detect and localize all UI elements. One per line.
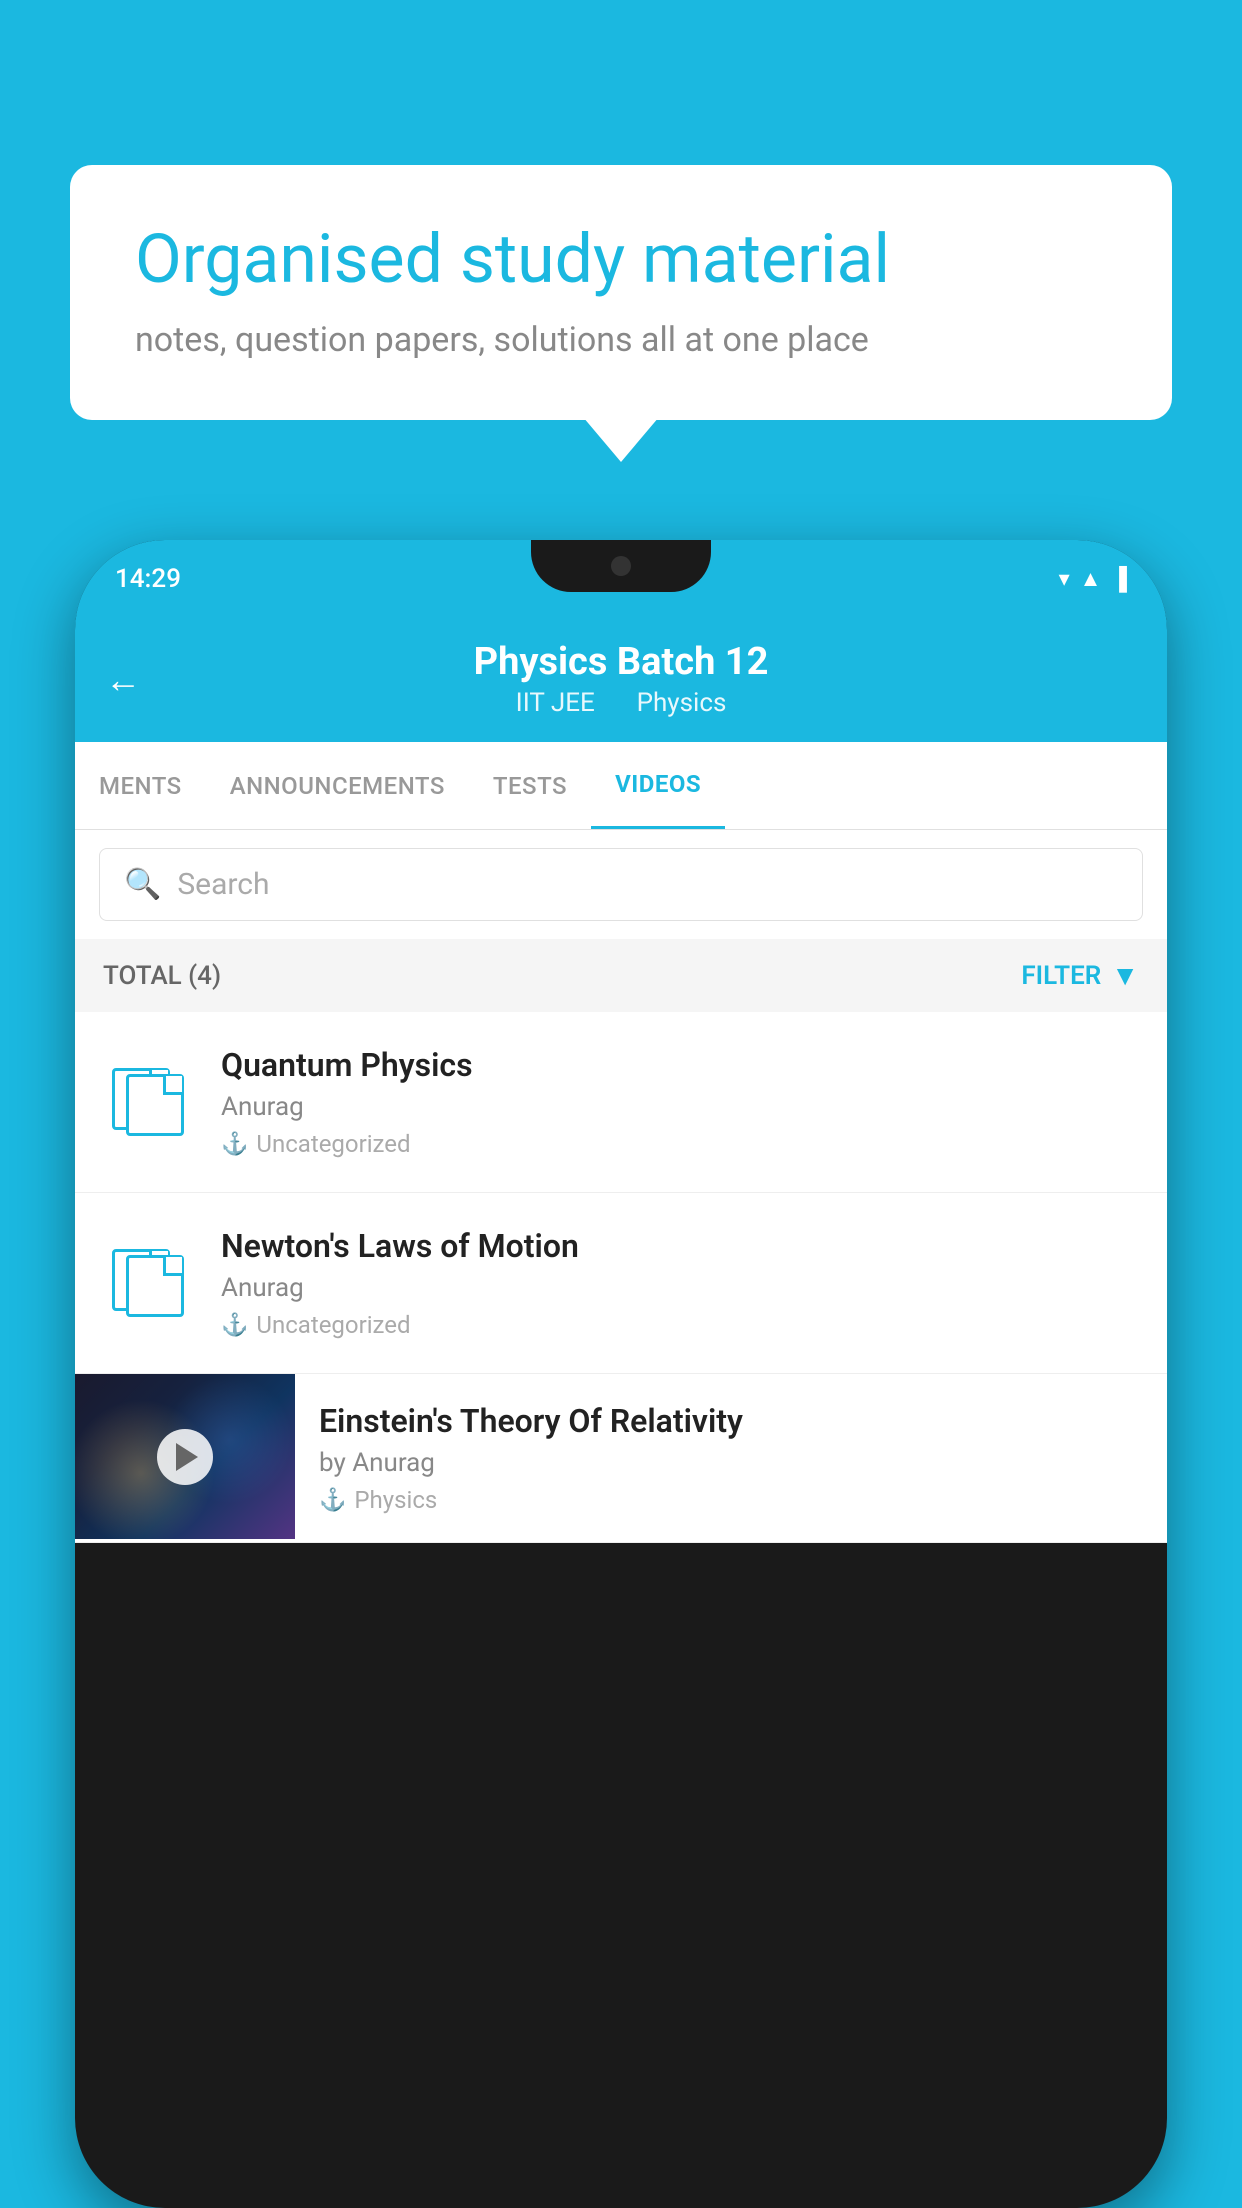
play-button[interactable] (157, 1429, 213, 1485)
file-icon-container (103, 1068, 193, 1136)
tag-label: Uncategorized (256, 1130, 410, 1158)
video-tag: ⚓ Uncategorized (221, 1130, 1139, 1158)
tab-ments[interactable]: MENTS (75, 744, 206, 828)
video-tag: ⚓ Physics (319, 1486, 1143, 1514)
tag-icon: ⚓ (221, 1313, 248, 1338)
total-count: TOTAL (4) (103, 961, 221, 991)
tab-bar: MENTS ANNOUNCEMENTS TESTS VIDEOS (75, 742, 1167, 830)
status-icons: ▾ ▲ ▐ (1059, 566, 1127, 592)
search-placeholder: Search (177, 867, 269, 902)
tag-label: Uncategorized (256, 1311, 410, 1339)
doc-front (126, 1074, 184, 1136)
tag-label: Physics (354, 1486, 437, 1514)
document-icon (112, 1249, 184, 1317)
tab-videos[interactable]: VIDEOS (591, 742, 725, 829)
speech-bubble-section: Organised study material notes, question… (70, 165, 1172, 420)
filter-bar: TOTAL (4) FILTER ▼ (75, 939, 1167, 1012)
doc-front (126, 1255, 184, 1317)
file-icon-container (103, 1249, 193, 1317)
subtitle-iit-jee: IIT JEE (516, 688, 595, 718)
video-list: Quantum Physics Anurag ⚓ Uncategorized N… (75, 1012, 1167, 1543)
bubble-subtitle: notes, question papers, solutions all at… (135, 320, 1107, 360)
document-icon (112, 1068, 184, 1136)
subtitle-physics: Physics (637, 688, 727, 718)
filter-funnel-icon: ▼ (1111, 959, 1139, 992)
search-container: 🔍 Search (75, 830, 1167, 939)
video-thumbnail (75, 1374, 295, 1539)
video-author: Anurag (221, 1092, 1139, 1122)
video-info: Quantum Physics Anurag ⚓ Uncategorized (221, 1046, 1139, 1158)
header-center: Physics Batch 12 IIT JEE Physics (474, 640, 769, 718)
video-author: by Anurag (319, 1448, 1143, 1478)
speech-bubble: Organised study material notes, question… (70, 165, 1172, 420)
video-title: Einstein's Theory Of Relativity (319, 1402, 1143, 1440)
video-author: Anurag (221, 1273, 1139, 1303)
status-time: 14:29 (115, 564, 181, 594)
tab-tests[interactable]: TESTS (469, 744, 591, 828)
bubble-title: Organised study material (135, 220, 1107, 298)
video-info: Einstein's Theory Of Relativity by Anura… (295, 1374, 1167, 1542)
tag-icon: ⚓ (221, 1132, 248, 1157)
search-bar[interactable]: 🔍 Search (99, 848, 1143, 921)
filter-button[interactable]: FILTER ▼ (1021, 959, 1139, 992)
list-item[interactable]: Newton's Laws of Motion Anurag ⚓ Uncateg… (75, 1193, 1167, 1374)
battery-icon: ▐ (1111, 566, 1127, 592)
app-header: ← Physics Batch 12 IIT JEE Physics (75, 618, 1167, 742)
back-button[interactable]: ← (105, 659, 141, 701)
phone-mockup: 14:29 ▾ ▲ ▐ ← Physics Batch 12 IIT JEE P… (75, 540, 1167, 2208)
tab-announcements[interactable]: ANNOUNCEMENTS (206, 744, 469, 828)
status-bar: 14:29 ▾ ▲ ▐ (75, 540, 1167, 618)
video-tag: ⚓ Uncategorized (221, 1311, 1139, 1339)
phone-notch (531, 540, 711, 592)
play-triangle-icon (176, 1443, 198, 1471)
list-item[interactable]: Einstein's Theory Of Relativity by Anura… (75, 1374, 1167, 1543)
video-info: Newton's Laws of Motion Anurag ⚓ Uncateg… (221, 1227, 1139, 1339)
app-subtitle: IIT JEE Physics (474, 688, 769, 718)
app-title: Physics Batch 12 (474, 640, 769, 684)
camera-dot (611, 556, 631, 576)
list-item[interactable]: Quantum Physics Anurag ⚓ Uncategorized (75, 1012, 1167, 1193)
search-icon: 🔍 (124, 867, 161, 902)
video-title: Newton's Laws of Motion (221, 1227, 1139, 1265)
tag-icon: ⚓ (319, 1488, 346, 1513)
video-title: Quantum Physics (221, 1046, 1139, 1084)
signal-icon: ▲ (1080, 566, 1102, 592)
filter-label: FILTER (1021, 961, 1101, 991)
wifi-icon: ▾ (1059, 567, 1070, 592)
